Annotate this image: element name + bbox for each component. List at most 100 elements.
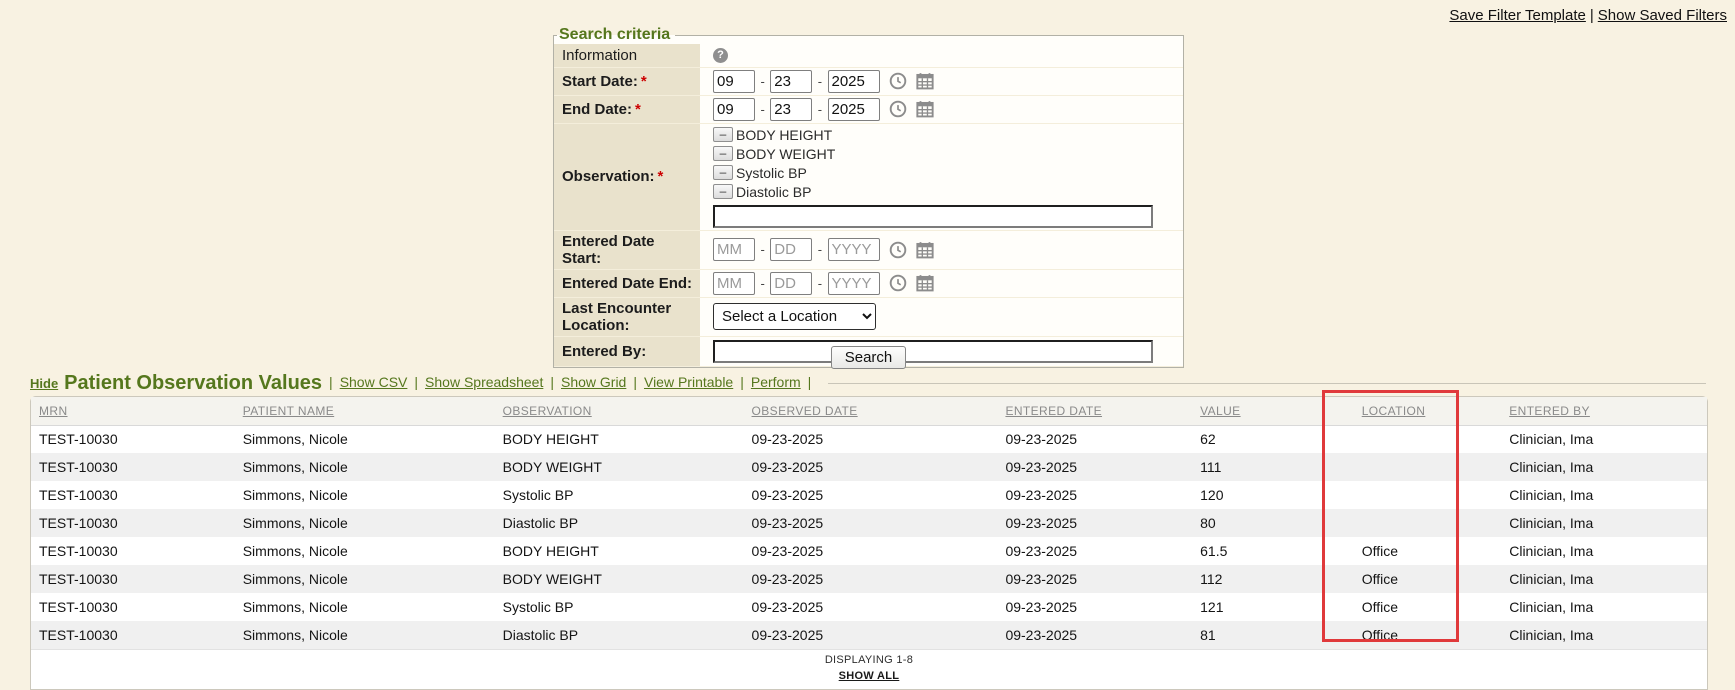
table-row: TEST-10030Simmons, NicoleBODY HEIGHT09-2… [31,425,1707,453]
sort-link[interactable]: MRN [39,404,68,418]
table-cell: Clinician, Ima [1501,537,1707,565]
column-header-entered-date: ENTERED DATE [997,397,1192,425]
action-link-perform[interactable]: Perform [751,374,801,390]
action-link-show-spreadsheet[interactable]: Show Spreadsheet [425,374,543,390]
table-cell: BODY HEIGHT [495,425,744,453]
sort-link[interactable]: VALUE [1200,404,1240,418]
end-date-month-input[interactable] [713,98,755,121]
table-cell: TEST-10030 [31,537,235,565]
end-date-day-input[interactable] [770,98,812,121]
information-label: Information [554,44,700,67]
table-cell: Simmons, Nicole [235,453,495,481]
table-cell: Clinician, Ima [1501,453,1707,481]
save-filter-template-link[interactable]: Save Filter Template [1449,7,1585,24]
column-header-patient-name: PATIENT NAME [235,397,495,425]
table-cell: 09-23-2025 [997,537,1192,565]
date-separator: - [818,276,822,291]
table-cell: 09-23-2025 [744,593,998,621]
show-saved-filters-link[interactable]: Show Saved Filters [1598,7,1727,24]
entered-date-start-day-input[interactable] [770,238,812,261]
search-button[interactable]: Search [831,346,907,369]
table-cell: Office [1354,565,1502,593]
table-cell: Clinician, Ima [1501,509,1707,537]
patient-observation-table: MRN PATIENT NAME OBSERVATION OBSERVED DATE E… [31,397,1707,649]
sort-link[interactable]: PATIENT NAME [243,404,334,418]
table-header-row: MRN PATIENT NAME OBSERVATION OBSERVED DATE E… [31,397,1707,425]
entered-date-start-month-input[interactable] [713,238,755,261]
table-cell: 09-23-2025 [997,593,1192,621]
action-link-show-csv[interactable]: Show CSV [340,374,408,390]
title-rule [828,383,1706,384]
entered-date-end-day-input[interactable] [770,272,812,295]
table-cell: Office [1354,621,1502,649]
clock-icon[interactable] [889,274,907,292]
remove-observation-button[interactable]: – [713,165,733,180]
observation-option-label: BODY WEIGHT [736,146,835,162]
table-cell: Clinician, Ima [1501,565,1707,593]
table-cell [1354,509,1502,537]
end-date-year-input[interactable] [828,98,880,121]
calendar-icon[interactable] [916,241,934,259]
clock-icon[interactable] [889,241,907,259]
table-cell: 09-23-2025 [997,621,1192,649]
last-encounter-location-label: Last Encounter Location: [554,297,700,336]
column-header-observed-date: OBSERVED DATE [744,397,998,425]
table-row: TEST-10030Simmons, NicoleDiastolic BP09-… [31,509,1707,537]
sort-link[interactable]: OBSERVED DATE [752,404,858,418]
sort-link[interactable]: OBSERVATION [503,404,592,418]
table-cell [1354,481,1502,509]
clock-icon[interactable] [889,72,907,90]
calendar-icon[interactable] [916,274,934,292]
calendar-icon[interactable] [916,100,934,118]
table-cell: TEST-10030 [31,453,235,481]
entered-date-end-month-input[interactable] [713,272,755,295]
table-body: TEST-10030Simmons, NicoleBODY HEIGHT09-2… [31,425,1707,649]
table-cell: 62 [1192,425,1354,453]
show-all-link[interactable]: SHOW ALL [839,670,900,682]
sort-link[interactable]: ENTERED DATE [1005,404,1102,418]
sort-link[interactable]: LOCATION [1362,404,1426,418]
date-separator: - [760,276,764,291]
observation-option: –Diastolic BP [713,183,1179,201]
table-cell: Systolic BP [495,481,744,509]
table-cell: 09-23-2025 [997,509,1192,537]
observation-option-label: Diastolic BP [736,184,811,200]
required-asterisk: * [658,168,664,185]
start-date-month-input[interactable] [713,70,755,93]
action-link-view-printable[interactable]: View Printable [644,374,733,390]
table-row: TEST-10030Simmons, NicoleSystolic BP09-2… [31,593,1707,621]
date-separator: - [818,102,822,117]
table-cell: 81 [1192,621,1354,649]
action-link-show-grid[interactable]: Show Grid [561,374,626,390]
remove-observation-button[interactable]: – [713,146,733,161]
observation-search-input[interactable] [713,205,1153,228]
table-row: TEST-10030Simmons, NicoleBODY WEIGHT09-2… [31,453,1707,481]
results-titlebar: Hide Patient Observation Values |Show CS… [30,371,1708,395]
search-criteria-legend: Search criteria [557,26,675,44]
table-cell: 09-23-2025 [744,453,998,481]
remove-observation-button[interactable]: – [713,184,733,199]
table-cell: Clinician, Ima [1501,425,1707,453]
start-date-year-input[interactable] [828,70,880,93]
column-header-mrn: MRN [31,397,235,425]
results-actions: |Show CSV|Show Spreadsheet|Show Grid|Vie… [322,374,818,392]
action-separator: | [414,374,418,390]
table-cell: Simmons, Nicole [235,425,495,453]
start-date-day-input[interactable] [770,70,812,93]
entered-date-end-year-input[interactable] [828,272,880,295]
sort-link[interactable]: ENTERED BY [1509,404,1590,418]
action-separator: | [550,374,554,390]
table-cell: 09-23-2025 [744,481,998,509]
entered-date-start-year-input[interactable] [828,238,880,261]
table-cell: Clinician, Ima [1501,481,1707,509]
clock-icon[interactable] [889,100,907,118]
help-icon[interactable]: ? [713,48,728,63]
displaying-count: DISPLAYING 1-8 [31,654,1707,666]
table-cell: Clinician, Ima [1501,593,1707,621]
hide-results-link[interactable]: Hide [30,376,58,391]
calendar-icon[interactable] [916,72,934,90]
table-cell [1354,425,1502,453]
remove-observation-button[interactable]: – [713,127,733,142]
observation-option-label: Systolic BP [736,165,807,181]
last-encounter-location-select[interactable]: Select a Location [713,303,876,330]
